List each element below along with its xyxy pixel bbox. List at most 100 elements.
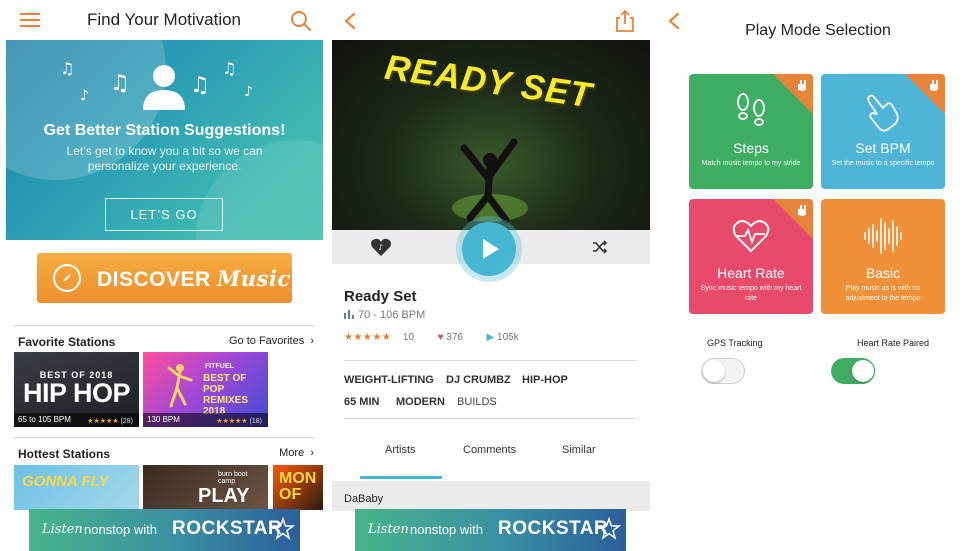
discover-music-button[interactable]: DISCOVER Music	[37, 253, 292, 303]
play-icon	[483, 239, 499, 259]
hot-card-title: GONNA FLY	[22, 473, 109, 490]
divider	[344, 360, 637, 361]
share-icon[interactable]	[614, 9, 636, 33]
guitar-star-icon	[271, 517, 295, 540]
star-rating-icon: ★★★★★	[216, 418, 248, 425]
page-title: Find Your Motivation	[86, 10, 242, 29]
card-title: HIP HOP	[22, 378, 131, 408]
discover-screen: Find Your Motivation ♫ ♪ ♫ ♫ ♫ ♪ Get Bet…	[0, 0, 328, 551]
more-label: More	[279, 447, 305, 459]
divider	[344, 418, 637, 419]
bar-chart-icon	[344, 310, 354, 319]
station-card-hip-hop[interactable]: BEST OF 2018 HIP HOP 65 to 105 BPM ★★★★★…	[14, 352, 139, 427]
card-rating: ★★★★★ (28)	[87, 417, 133, 425]
card-bpm-text: 65 to 105 BPM	[18, 415, 71, 424]
divider	[14, 325, 314, 326]
station-suggestions-hero: ♫ ♪ ♫ ♫ ♫ ♪ Get Better Station Suggestio…	[6, 40, 323, 240]
svg-text:♫: ♫	[110, 71, 130, 96]
gps-tracking-label: GPS Tracking	[707, 338, 763, 348]
music-word: Music	[217, 266, 291, 291]
artist-item[interactable]: DaBaby	[344, 493, 383, 505]
search-icon[interactable]	[290, 10, 312, 32]
more-link[interactable]: More ›	[279, 447, 314, 459]
lets-go-button[interactable]: LET’S GO	[105, 198, 223, 231]
hero-title: Get Better Station Suggestions!	[43, 122, 286, 139]
svg-text:♫: ♫	[60, 59, 74, 78]
mode-description: Match music tempo to my stride	[701, 160, 801, 167]
star-rating-icon: ★★★★★	[344, 332, 392, 343]
tag-chip[interactable]: MODERN	[396, 396, 445, 408]
mode-title: Heart Rate	[717, 265, 785, 281]
rockstar-ad-banner[interactable]: Listen nonstop with ROCKSTAR	[29, 509, 300, 551]
rocker-hand-icon	[798, 80, 806, 91]
rockstar-ad-banner[interactable]: Listen nonstop with ROCKSTAR	[355, 509, 626, 551]
hot-card-title: PLAY	[198, 485, 250, 507]
station-card-pop-remixes[interactable]: FITFUEL BEST OF POP REMIXES 2018 130 BPM…	[143, 352, 268, 427]
shuffle-icon[interactable]	[592, 239, 608, 255]
mode-title: Set BPM	[855, 140, 911, 156]
tag-chip[interactable]: DJ CRUMBZ	[446, 374, 511, 386]
hot-station-card[interactable]: GONNA FLY	[14, 465, 139, 510]
tab-artists[interactable]: Artists	[385, 444, 416, 456]
svg-text:♪: ♪	[378, 243, 383, 252]
hot-station-card[interactable]: MON OF	[273, 465, 323, 510]
card-bpm-text: 130 BPM	[147, 415, 180, 424]
bpm-range: 70 - 106 BPM	[344, 309, 425, 321]
rating-count: (28)	[120, 418, 133, 425]
rating-count: 10	[402, 332, 415, 343]
mode-card-heart-rate[interactable]: Heart Rate Sync music tempo with my hear…	[689, 199, 813, 314]
play-button[interactable]	[456, 216, 522, 282]
banner-nonstop: nonstop with	[410, 522, 483, 537]
music-notes-illustration: ♫ ♪ ♫ ♫ ♫ ♪	[60, 59, 253, 110]
card-rating: ★★★★★ (18)	[216, 417, 262, 425]
heart-count: 376	[446, 332, 463, 343]
rocker-hand-icon	[930, 80, 938, 91]
page-title: Play Mode Selection	[745, 22, 891, 39]
svg-text:♫: ♫	[190, 73, 210, 98]
rocker-hand-icon	[798, 205, 806, 216]
mode-card-set-bpm[interactable]: Set BPM Set the music to a specific temp…	[821, 74, 945, 189]
tag-chip[interactable]: 65 MIN	[344, 396, 379, 408]
hottest-stations-heading: Hottest Stations	[18, 447, 111, 461]
tag-chip[interactable]: HIP-HOP	[522, 374, 568, 386]
card-brand: FITFUEL	[205, 363, 234, 370]
svg-text:♪: ♪	[244, 84, 253, 100]
go-to-favorites-label: Go to Favorites	[229, 335, 305, 347]
heart-count-icon: ♥	[437, 332, 444, 343]
banner-nonstop: nonstop with	[84, 522, 157, 537]
station-title: Ready Set	[344, 288, 417, 305]
active-tab-indicator	[360, 476, 442, 479]
heart-rate-paired-toggle[interactable]	[831, 358, 875, 384]
tab-similar[interactable]: Similar	[562, 444, 596, 456]
discover-label: DISCOVER Music	[97, 266, 291, 292]
banner-brand: ROCKSTAR	[172, 518, 283, 539]
banner-listen: Listen	[42, 522, 83, 537]
mode-title: Steps	[733, 140, 769, 156]
station-artwork: READY SET	[332, 40, 650, 230]
star-rating-icon: ★★★★★	[87, 418, 119, 425]
banner-listen: Listen	[368, 522, 409, 537]
tab-comments[interactable]: Comments	[463, 444, 516, 456]
favorite-heart-icon[interactable]: ♪	[370, 236, 392, 258]
go-to-favorites-link[interactable]: Go to Favorites ›	[229, 335, 314, 347]
station-detail-screen: READY SET ♪ Ready Set 70 - 106 BPM ★★★★★…	[332, 0, 650, 551]
gps-tracking-toggle[interactable]	[701, 358, 745, 384]
chevron-right-icon: ›	[307, 335, 314, 347]
mode-card-steps[interactable]: Steps Match music tempo to my stride	[689, 74, 813, 189]
hot-card-title: MON OF	[279, 470, 317, 503]
chevron-right-icon: ›	[307, 447, 314, 459]
station-stats: ★★★★★ 10 ♥ 376 ▶ 105k	[344, 332, 519, 343]
svg-text:♪: ♪	[80, 88, 89, 104]
hot-card-brand: burn boot camp	[218, 471, 248, 485]
back-chevron-icon[interactable]	[342, 12, 358, 30]
hot-station-card[interactable]: burn boot camp PLAY	[143, 465, 268, 510]
tag-chip[interactable]: WEIGHT-LIFTING	[344, 374, 434, 386]
guitar-star-icon	[597, 517, 621, 540]
mode-description: Sync music tempo with my heart rate	[700, 285, 802, 302]
artwork-title: READY SET	[382, 47, 595, 116]
mode-card-basic[interactable]: Basic Play music as is with no adjustmen…	[821, 199, 945, 314]
rating-count: (18)	[249, 418, 262, 425]
tag-chip[interactable]: BUILDS	[457, 396, 497, 408]
heartbeat-icon	[732, 220, 770, 253]
play-count-icon: ▶	[486, 332, 495, 343]
